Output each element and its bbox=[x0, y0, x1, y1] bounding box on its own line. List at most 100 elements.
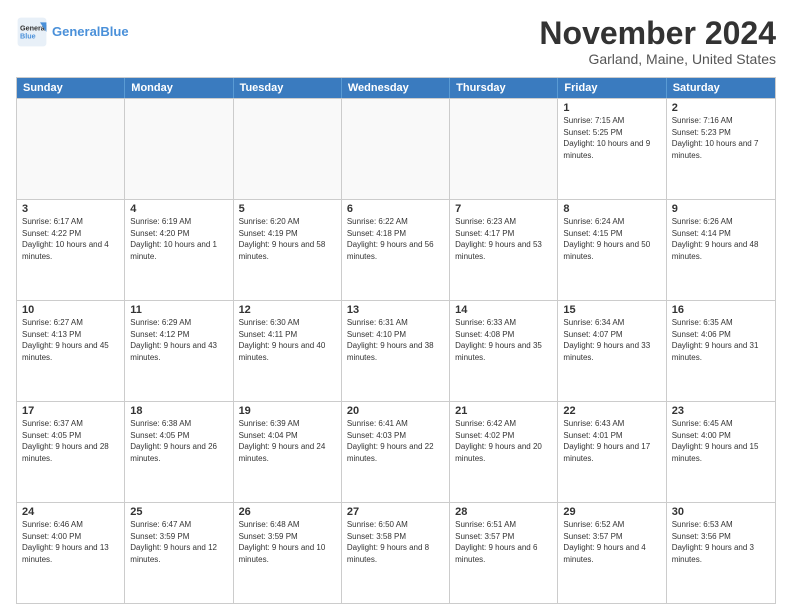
day-info: Sunrise: 6:51 AM Sunset: 3:57 PM Dayligh… bbox=[455, 519, 552, 565]
header-saturday: Saturday bbox=[667, 78, 775, 98]
header-thursday: Thursday bbox=[450, 78, 558, 98]
calendar-cell: 16Sunrise: 6:35 AM Sunset: 4:06 PM Dayli… bbox=[667, 301, 775, 401]
day-number: 13 bbox=[347, 304, 444, 316]
calendar-cell: 28Sunrise: 6:51 AM Sunset: 3:57 PM Dayli… bbox=[450, 503, 558, 603]
calendar-cell: 17Sunrise: 6:37 AM Sunset: 4:05 PM Dayli… bbox=[17, 402, 125, 502]
title-block: November 2024 Garland, Maine, United Sta… bbox=[539, 16, 776, 67]
day-number: 22 bbox=[563, 405, 660, 417]
calendar-cell: 8Sunrise: 6:24 AM Sunset: 4:15 PM Daylig… bbox=[558, 200, 666, 300]
calendar-cell: 24Sunrise: 6:46 AM Sunset: 4:00 PM Dayli… bbox=[17, 503, 125, 603]
day-number: 27 bbox=[347, 506, 444, 518]
calendar-cell: 20Sunrise: 6:41 AM Sunset: 4:03 PM Dayli… bbox=[342, 402, 450, 502]
calendar-cell: 27Sunrise: 6:50 AM Sunset: 3:58 PM Dayli… bbox=[342, 503, 450, 603]
day-info: Sunrise: 6:50 AM Sunset: 3:58 PM Dayligh… bbox=[347, 519, 444, 565]
logo-text: GeneralBlue bbox=[52, 24, 129, 40]
header-friday: Friday bbox=[558, 78, 666, 98]
day-number: 1 bbox=[563, 102, 660, 114]
day-number: 26 bbox=[239, 506, 336, 518]
calendar-header: Sunday Monday Tuesday Wednesday Thursday… bbox=[17, 78, 775, 98]
day-info: Sunrise: 6:48 AM Sunset: 3:59 PM Dayligh… bbox=[239, 519, 336, 565]
day-number: 3 bbox=[22, 203, 119, 215]
calendar-cell: 25Sunrise: 6:47 AM Sunset: 3:59 PM Dayli… bbox=[125, 503, 233, 603]
calendar-cell: 12Sunrise: 6:30 AM Sunset: 4:11 PM Dayli… bbox=[234, 301, 342, 401]
svg-text:Blue: Blue bbox=[20, 31, 36, 40]
day-number: 24 bbox=[22, 506, 119, 518]
day-info: Sunrise: 6:26 AM Sunset: 4:14 PM Dayligh… bbox=[672, 216, 770, 262]
calendar-cell: 1Sunrise: 7:15 AM Sunset: 5:25 PM Daylig… bbox=[558, 99, 666, 199]
day-number: 15 bbox=[563, 304, 660, 316]
day-info: Sunrise: 6:29 AM Sunset: 4:12 PM Dayligh… bbox=[130, 317, 227, 363]
calendar-row: 1Sunrise: 7:15 AM Sunset: 5:25 PM Daylig… bbox=[17, 98, 775, 199]
day-number: 18 bbox=[130, 405, 227, 417]
calendar-cell bbox=[234, 99, 342, 199]
calendar-cell bbox=[450, 99, 558, 199]
calendar-cell: 2Sunrise: 7:16 AM Sunset: 5:23 PM Daylig… bbox=[667, 99, 775, 199]
day-number: 17 bbox=[22, 405, 119, 417]
day-info: Sunrise: 6:17 AM Sunset: 4:22 PM Dayligh… bbox=[22, 216, 119, 262]
calendar-cell: 4Sunrise: 6:19 AM Sunset: 4:20 PM Daylig… bbox=[125, 200, 233, 300]
day-info: Sunrise: 6:31 AM Sunset: 4:10 PM Dayligh… bbox=[347, 317, 444, 363]
location: Garland, Maine, United States bbox=[539, 51, 776, 67]
calendar: Sunday Monday Tuesday Wednesday Thursday… bbox=[16, 77, 776, 604]
day-number: 6 bbox=[347, 203, 444, 215]
day-info: Sunrise: 6:20 AM Sunset: 4:19 PM Dayligh… bbox=[239, 216, 336, 262]
calendar-cell: 18Sunrise: 6:38 AM Sunset: 4:05 PM Dayli… bbox=[125, 402, 233, 502]
day-number: 7 bbox=[455, 203, 552, 215]
calendar-cell: 6Sunrise: 6:22 AM Sunset: 4:18 PM Daylig… bbox=[342, 200, 450, 300]
calendar-row: 10Sunrise: 6:27 AM Sunset: 4:13 PM Dayli… bbox=[17, 300, 775, 401]
day-number: 30 bbox=[672, 506, 770, 518]
calendar-cell: 5Sunrise: 6:20 AM Sunset: 4:19 PM Daylig… bbox=[234, 200, 342, 300]
day-info: Sunrise: 6:37 AM Sunset: 4:05 PM Dayligh… bbox=[22, 418, 119, 464]
day-info: Sunrise: 6:33 AM Sunset: 4:08 PM Dayligh… bbox=[455, 317, 552, 363]
day-info: Sunrise: 6:52 AM Sunset: 3:57 PM Dayligh… bbox=[563, 519, 660, 565]
day-info: Sunrise: 6:45 AM Sunset: 4:00 PM Dayligh… bbox=[672, 418, 770, 464]
calendar-cell: 9Sunrise: 6:26 AM Sunset: 4:14 PM Daylig… bbox=[667, 200, 775, 300]
day-number: 9 bbox=[672, 203, 770, 215]
calendar-cell: 23Sunrise: 6:45 AM Sunset: 4:00 PM Dayli… bbox=[667, 402, 775, 502]
day-number: 10 bbox=[22, 304, 119, 316]
header-tuesday: Tuesday bbox=[234, 78, 342, 98]
day-info: Sunrise: 6:42 AM Sunset: 4:02 PM Dayligh… bbox=[455, 418, 552, 464]
day-info: Sunrise: 6:41 AM Sunset: 4:03 PM Dayligh… bbox=[347, 418, 444, 464]
day-number: 16 bbox=[672, 304, 770, 316]
day-number: 20 bbox=[347, 405, 444, 417]
header-wednesday: Wednesday bbox=[342, 78, 450, 98]
logo: General Blue GeneralBlue bbox=[16, 16, 129, 48]
logo-icon: General Blue bbox=[16, 16, 48, 48]
day-number: 19 bbox=[239, 405, 336, 417]
day-number: 21 bbox=[455, 405, 552, 417]
day-info: Sunrise: 6:46 AM Sunset: 4:00 PM Dayligh… bbox=[22, 519, 119, 565]
calendar-cell: 21Sunrise: 6:42 AM Sunset: 4:02 PM Dayli… bbox=[450, 402, 558, 502]
calendar-row: 24Sunrise: 6:46 AM Sunset: 4:00 PM Dayli… bbox=[17, 502, 775, 603]
calendar-cell: 13Sunrise: 6:31 AM Sunset: 4:10 PM Dayli… bbox=[342, 301, 450, 401]
day-info: Sunrise: 6:27 AM Sunset: 4:13 PM Dayligh… bbox=[22, 317, 119, 363]
header-monday: Monday bbox=[125, 78, 233, 98]
month-title: November 2024 bbox=[539, 16, 776, 51]
calendar-cell: 14Sunrise: 6:33 AM Sunset: 4:08 PM Dayli… bbox=[450, 301, 558, 401]
day-info: Sunrise: 6:30 AM Sunset: 4:11 PM Dayligh… bbox=[239, 317, 336, 363]
day-number: 29 bbox=[563, 506, 660, 518]
calendar-cell: 19Sunrise: 6:39 AM Sunset: 4:04 PM Dayli… bbox=[234, 402, 342, 502]
calendar-row: 3Sunrise: 6:17 AM Sunset: 4:22 PM Daylig… bbox=[17, 199, 775, 300]
day-info: Sunrise: 7:15 AM Sunset: 5:25 PM Dayligh… bbox=[563, 115, 660, 161]
day-info: Sunrise: 6:38 AM Sunset: 4:05 PM Dayligh… bbox=[130, 418, 227, 464]
day-number: 25 bbox=[130, 506, 227, 518]
calendar-cell bbox=[342, 99, 450, 199]
day-number: 23 bbox=[672, 405, 770, 417]
calendar-body: 1Sunrise: 7:15 AM Sunset: 5:25 PM Daylig… bbox=[17, 98, 775, 603]
header-sunday: Sunday bbox=[17, 78, 125, 98]
day-info: Sunrise: 6:22 AM Sunset: 4:18 PM Dayligh… bbox=[347, 216, 444, 262]
day-info: Sunrise: 6:43 AM Sunset: 4:01 PM Dayligh… bbox=[563, 418, 660, 464]
calendar-cell bbox=[17, 99, 125, 199]
day-number: 14 bbox=[455, 304, 552, 316]
calendar-cell: 11Sunrise: 6:29 AM Sunset: 4:12 PM Dayli… bbox=[125, 301, 233, 401]
calendar-cell: 10Sunrise: 6:27 AM Sunset: 4:13 PM Dayli… bbox=[17, 301, 125, 401]
day-number: 8 bbox=[563, 203, 660, 215]
calendar-cell bbox=[125, 99, 233, 199]
day-info: Sunrise: 6:39 AM Sunset: 4:04 PM Dayligh… bbox=[239, 418, 336, 464]
day-info: Sunrise: 6:35 AM Sunset: 4:06 PM Dayligh… bbox=[672, 317, 770, 363]
day-info: Sunrise: 7:16 AM Sunset: 5:23 PM Dayligh… bbox=[672, 115, 770, 161]
day-number: 12 bbox=[239, 304, 336, 316]
page-header: General Blue GeneralBlue November 2024 G… bbox=[16, 16, 776, 67]
day-info: Sunrise: 6:34 AM Sunset: 4:07 PM Dayligh… bbox=[563, 317, 660, 363]
